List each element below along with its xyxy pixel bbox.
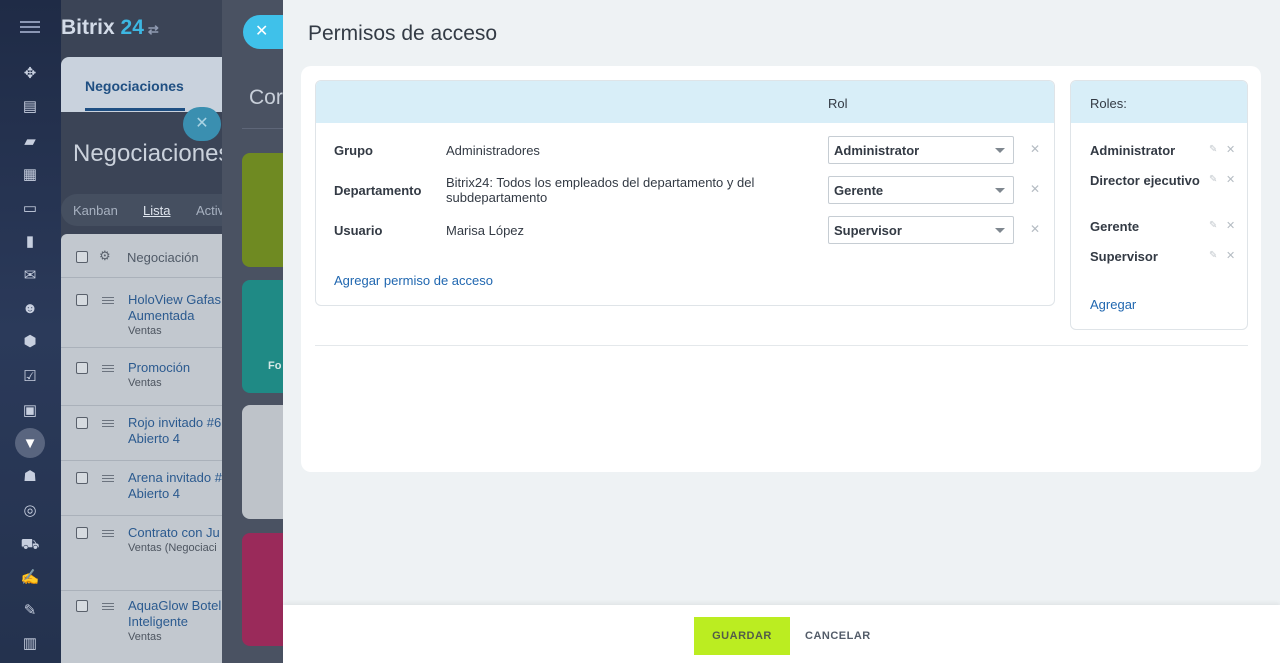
drag-handle-icon[interactable] [102, 601, 114, 612]
content-card: Rol Grupo Administradores Administrator … [301, 66, 1261, 472]
mail-icon[interactable]: ✉ [20, 265, 40, 285]
cancel-button[interactable]: CANCELAR [805, 630, 871, 642]
edit-pencil-icon[interactable]: ✎ [1209, 220, 1217, 231]
role-select[interactable]: Gerente [828, 176, 1014, 204]
chevron-down-icon [995, 228, 1005, 233]
delete-role-icon[interactable]: ✕ [1226, 173, 1235, 186]
roles-header: Roles: [1071, 81, 1247, 123]
edit-pencil-icon[interactable]: ✎ [1209, 174, 1217, 185]
color-card [242, 153, 283, 267]
menu-icon[interactable] [20, 18, 40, 38]
add-role-link[interactable]: Agregar [1090, 297, 1136, 312]
underlying-slider: Cor Fo [222, 0, 283, 663]
gear-icon[interactable]: ⚙ [99, 248, 111, 264]
tasks-icon[interactable]: ▤ [20, 96, 40, 116]
drag-handle-icon[interactable] [102, 528, 114, 539]
delete-role-icon[interactable]: ✕ [1226, 249, 1235, 262]
tab-negociaciones[interactable]: Negociaciones [61, 57, 241, 112]
divider [242, 128, 283, 129]
permissions-header: Rol [316, 81, 1054, 123]
cart-icon[interactable]: ⛟ [20, 535, 40, 555]
permission-row: Departamento Bitrix24: Todos los emplead… [334, 175, 1041, 205]
view-kanban[interactable]: Kanban [73, 203, 118, 218]
drive-icon[interactable]: ▭ [20, 198, 40, 218]
role-select[interactable]: Administrator [828, 136, 1014, 164]
role-column-header: Rol [828, 96, 848, 111]
color-card [242, 405, 283, 519]
drag-handle-icon[interactable] [102, 363, 114, 374]
docs-icon[interactable]: ▮ [20, 231, 40, 251]
left-nav-rail: ✥ ▤ ▰ ▦ ▭ ▮ ✉ ☻ ⬢ ☑ ▣ ▼ ☗ ◎ ⛟ ✍ ✎ ▥ [0, 0, 61, 663]
row-checkbox[interactable] [76, 417, 88, 429]
remove-permission-icon[interactable]: ✕ [1030, 142, 1040, 156]
permission-row: Usuario Marisa López Supervisor ✕ [316, 216, 1054, 244]
bg-close-icon: ✕ [183, 107, 221, 141]
robot-icon[interactable]: ☗ [20, 466, 40, 486]
sign-icon[interactable]: ✍ [20, 567, 40, 587]
remove-permission-icon[interactable]: ✕ [1030, 222, 1040, 236]
drag-handle-icon[interactable] [102, 418, 114, 429]
checklist-icon[interactable]: ☑ [20, 366, 40, 386]
save-button[interactable]: GUARDAR [694, 617, 790, 655]
drag-handle-icon[interactable] [102, 295, 114, 306]
color-card [242, 280, 283, 393]
swap-icon: ⇄ [147, 22, 159, 37]
chat-icon[interactable]: ▰ [20, 131, 40, 151]
drag-handle-icon[interactable] [102, 473, 114, 484]
card-label: Fo [268, 360, 282, 372]
permissions-table: Rol Grupo Administradores Administrator … [315, 80, 1055, 306]
chevron-down-icon [995, 148, 1005, 153]
row-checkbox[interactable] [76, 600, 88, 612]
row-checkbox[interactable] [76, 294, 88, 306]
contacts-icon[interactable]: ▣ [20, 400, 40, 420]
permissions-slider: Permisos de acceso Rol Grupo Administrad… [283, 0, 1280, 663]
close-slider-button[interactable]: ✕ [243, 15, 283, 49]
page-title: Negociaciones [73, 140, 231, 167]
tab-underline [85, 108, 185, 111]
divider [315, 345, 1248, 346]
select-all-checkbox[interactable] [76, 251, 88, 263]
view-switcher: Kanban Lista Activ [61, 194, 241, 226]
add-permission-link[interactable]: Agregar permiso de acceso [334, 273, 493, 288]
logo: Bitrix 24 ⇄ [61, 16, 159, 39]
row-checkbox[interactable] [76, 362, 88, 374]
row-checkbox[interactable] [76, 527, 88, 539]
view-activ[interactable]: Activ [196, 203, 224, 218]
edit-pencil-icon[interactable]: ✎ [1209, 250, 1217, 261]
delete-role-icon[interactable]: ✕ [1226, 143, 1235, 156]
close-icon: ✕ [255, 23, 269, 40]
color-card [242, 533, 283, 646]
edit-pencil-icon[interactable]: ✎ [1209, 144, 1217, 155]
row-checkbox[interactable] [76, 472, 88, 484]
calendar-icon[interactable]: ▦ [20, 164, 40, 184]
footer-bar: GUARDAR CANCELAR [283, 605, 1280, 663]
slider-title: Permisos de acceso [308, 22, 498, 45]
remove-permission-icon[interactable]: ✕ [1030, 182, 1040, 196]
feed-icon[interactable]: ✥ [20, 63, 40, 83]
edit-doc-icon[interactable]: ✎ [20, 600, 40, 620]
permission-row: Grupo Administradores Administrator ✕ [316, 136, 1054, 164]
delete-role-icon[interactable]: ✕ [1226, 219, 1235, 232]
chevron-down-icon [995, 188, 1005, 193]
analytics-icon[interactable]: ▥ [20, 633, 40, 653]
sites-icon[interactable]: ⬢ [20, 331, 40, 351]
underlying-title: Cor [249, 86, 283, 109]
view-lista[interactable]: Lista [143, 203, 170, 218]
crm-funnel-icon[interactable]: ▼ [15, 428, 45, 458]
target-icon[interactable]: ◎ [20, 500, 40, 520]
role-select[interactable]: Supervisor [828, 216, 1014, 244]
groups-icon[interactable]: ☻ [20, 298, 40, 318]
roles-panel: Roles: Administrator ✎ ✕ Director ejecut… [1070, 80, 1248, 330]
